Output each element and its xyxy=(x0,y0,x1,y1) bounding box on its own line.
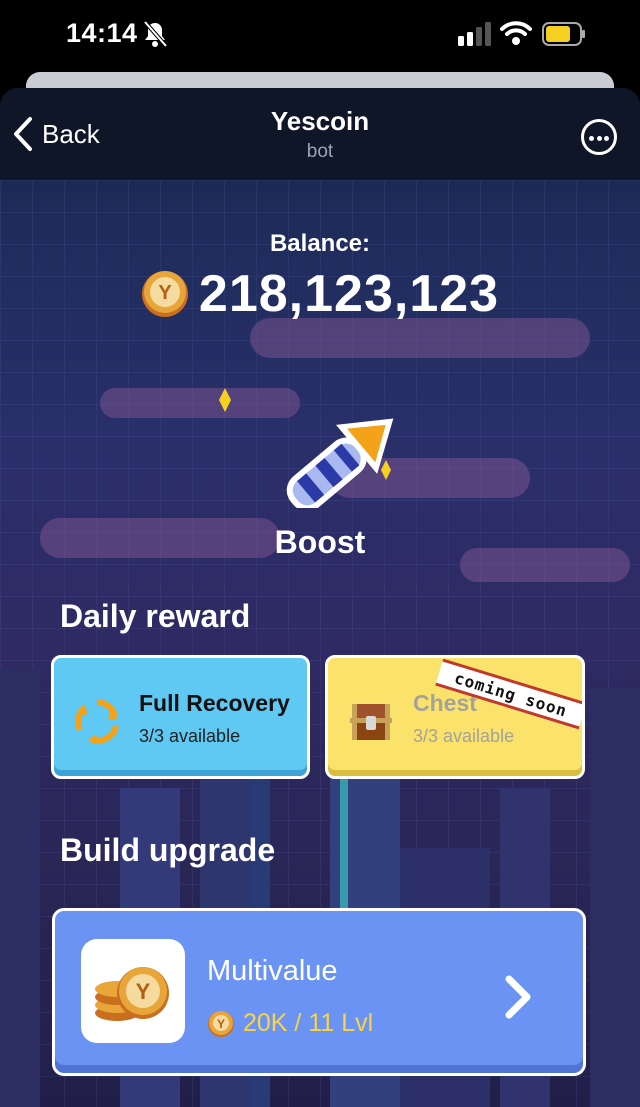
battery-icon xyxy=(542,22,585,46)
mini-app-container: Back Yescoin bot Balance: Y 218,123,123 xyxy=(0,88,640,1107)
yescoin-icon: Y xyxy=(141,271,188,317)
upgrade-cost-row: Y 20K / 11 Lvl xyxy=(207,1009,373,1038)
daily-reward-title: Daily reward xyxy=(60,598,251,634)
app-title: Yescoin xyxy=(270,106,370,136)
full-recovery-title: Full Recovery xyxy=(139,690,290,716)
balance-label: Balance: xyxy=(269,230,371,257)
boost-label[interactable]: Boost xyxy=(0,524,640,561)
status-time: 14:14 xyxy=(66,18,138,48)
upgrade-name: Multivalue xyxy=(207,955,338,987)
balance-value: 218,123,123 xyxy=(198,265,500,323)
cellular-signal-icon xyxy=(458,22,491,46)
coin-stack-icon: Y xyxy=(95,967,169,1021)
balance-row: Y 218,123,123 xyxy=(0,264,640,324)
rocket-boost-icon[interactable] xyxy=(205,368,435,508)
full-recovery-card[interactable]: Full Recovery 3/3 available xyxy=(51,655,310,779)
app-subtitle: bot xyxy=(306,141,334,162)
full-recovery-availability: 3/3 available xyxy=(139,726,241,746)
chevron-right-icon[interactable] xyxy=(503,975,533,1019)
multivalue-upgrade-card[interactable]: Y Multivalue Y 20K / 11 Lvl xyxy=(52,908,586,1076)
wifi-icon xyxy=(500,21,532,45)
pixel-cloud xyxy=(250,318,590,358)
yescoin-icon: Y xyxy=(208,1010,234,1037)
treasure-chest-icon xyxy=(350,704,392,740)
bell-muted-icon xyxy=(143,20,168,48)
build-upgrade-title: Build upgrade xyxy=(60,832,276,868)
nav-bar: Back Yescoin bot xyxy=(0,88,640,180)
multivalue-thumbnail: Y xyxy=(81,939,185,1043)
svg-text:Y: Y xyxy=(158,282,172,304)
svg-text:Y: Y xyxy=(217,1017,225,1031)
chest-card[interactable]: Chest 3/3 available coming soon xyxy=(325,655,585,779)
more-options-icon[interactable] xyxy=(581,119,617,155)
nav-title-group: Yescoin bot xyxy=(0,106,640,163)
status-bar: 14:14 xyxy=(0,0,640,70)
svg-text:Y: Y xyxy=(136,979,151,1004)
recovery-arrows-icon xyxy=(75,699,119,744)
chest-availability: 3/3 available xyxy=(413,726,515,746)
upgrade-cost: 20K / 11 Lvl xyxy=(243,1009,374,1037)
